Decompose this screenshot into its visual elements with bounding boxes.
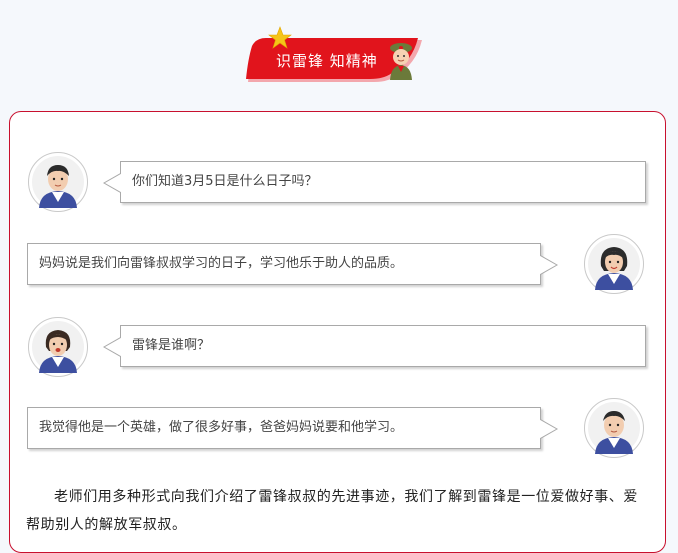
message-text: 妈妈说是我们向雷锋叔叔学习的日子，学习他乐于助人的品质。: [39, 256, 404, 271]
boy-avatar: [584, 398, 644, 458]
message-text: 我觉得他是一个英雄，做了很多好事，爸爸妈妈说要和他学习。: [39, 420, 404, 435]
message-bubble-2: 妈妈说是我们向雷锋叔叔学习的日子，学习他乐于助人的品质。: [27, 243, 558, 285]
message-bubble-4: 我觉得他是一个英雄，做了很多好事，爸爸妈妈说要和他学习。: [27, 407, 558, 449]
bubble-tail: [540, 419, 558, 439]
message-text: 雷锋是谁啊？: [132, 338, 211, 353]
message-bubble-1: 你们知道3月5日是什么日子吗？: [103, 161, 646, 203]
banner-title: 识雷锋 知精神: [276, 52, 378, 70]
message-bubble-3: 雷锋是谁啊？: [103, 325, 646, 367]
girl-avatar: [584, 234, 644, 294]
bubble-tail: [103, 337, 121, 357]
girl-avatar: [28, 317, 88, 377]
message-text: 你们知道3月5日是什么日子吗？: [132, 174, 318, 189]
bubble-tail: [103, 173, 121, 193]
title-banner: 识雷锋 知精神: [246, 26, 422, 82]
bubble-tail: [540, 255, 558, 275]
summary-paragraph: 老师们用多种形式向我们介绍了雷锋叔叔的先进事迹，我们了解到雷锋是一位爱做好事、爱…: [26, 489, 638, 533]
boy-avatar: [28, 152, 88, 212]
